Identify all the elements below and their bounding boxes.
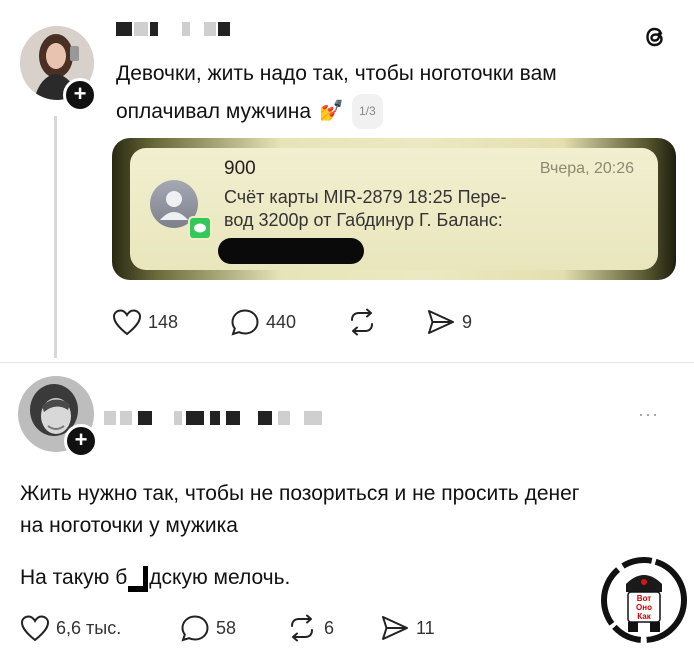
- thread-connector: [54, 116, 57, 358]
- post-text-line-2: оплачивал мужчина 💅 1/3: [116, 94, 383, 129]
- share-count: 9: [462, 311, 473, 332]
- username-redacted: [104, 411, 116, 425]
- heart-icon: [20, 615, 50, 642]
- image-counter: 1/3: [351, 94, 383, 129]
- like-button[interactable]: 148: [112, 308, 178, 336]
- comment-icon: [181, 615, 209, 642]
- username-redacted: [116, 22, 132, 36]
- post-text-line-2: на ноготочки у мужика: [20, 514, 238, 537]
- repost-button[interactable]: 6: [286, 614, 334, 642]
- share-count: 11: [416, 617, 435, 638]
- username-redacted-part: [150, 22, 158, 36]
- username-redacted-part: [186, 411, 204, 425]
- username-redacted-part: [226, 411, 240, 425]
- comment-button[interactable]: 58: [180, 614, 236, 642]
- repost-button[interactable]: [346, 308, 378, 336]
- username-redacted-part: [304, 411, 322, 425]
- like-button[interactable]: 6,6 тыс.: [20, 614, 121, 642]
- post-image-card[interactable]: 900 Вчера, 20:26 Счёт карты MIR-2879 18:…: [112, 138, 676, 280]
- sms-body-line-2: вод 3200р от Габдинур Г. Баланс:: [224, 210, 503, 230]
- username-redacted-part: [210, 411, 220, 425]
- watermark-text-2: Оно: [636, 603, 652, 612]
- post-text-line-1: Жить нужно так, чтобы не позориться и не…: [20, 482, 580, 505]
- share-button[interactable]: 11: [380, 614, 435, 642]
- share-icon: [382, 616, 408, 640]
- post-text-line-3-end: дскую мелочь.: [149, 566, 291, 589]
- follow-plus-button[interactable]: +: [63, 78, 97, 112]
- username-redacted-part: [174, 411, 182, 425]
- username-redacted-part: [134, 22, 148, 36]
- comment-icon: [231, 309, 259, 336]
- repost-icon: [351, 308, 373, 336]
- post-text-line-3-start: На такую б: [20, 566, 128, 589]
- imessage-icon: [188, 216, 212, 240]
- username-redacted-part: [120, 411, 132, 425]
- post-text-line-1: Девочки, жить надо так, чтобы ноготочки …: [116, 62, 557, 85]
- nail-polish-emoji-icon: 💅: [319, 100, 344, 122]
- username-redacted-part: [182, 22, 190, 36]
- share-icon: [428, 310, 454, 334]
- username-redacted-part: [278, 411, 290, 425]
- username-redacted-part: [218, 22, 230, 36]
- share-button[interactable]: 9: [426, 308, 472, 336]
- username-redacted-part: [258, 411, 272, 425]
- like-count: 148: [148, 311, 179, 332]
- username-redacted-part: [138, 411, 152, 425]
- comment-count: 58: [216, 617, 237, 638]
- sms-body-line-1: Счёт карты MIR-2879 18:25 Пере-: [224, 187, 507, 207]
- repost-count: 6: [324, 617, 335, 638]
- more-options-button[interactable]: ···: [638, 404, 659, 425]
- sms-time: Вчера, 20:26: [539, 160, 634, 177]
- watermark-logo: Вот Оно Как: [600, 554, 688, 646]
- sms-notification: 900 Вчера, 20:26 Счёт карты MIR-2879 18:…: [130, 148, 658, 270]
- repost-icon: [291, 614, 313, 642]
- censor-block: [128, 564, 149, 592]
- heart-icon: [112, 309, 142, 336]
- post-text-line-3: На такую б дскую мелочь.: [20, 562, 290, 593]
- follow-plus-button[interactable]: +: [64, 424, 98, 458]
- watermark-text-3: Как: [637, 612, 651, 621]
- like-count: 6,6 тыс.: [56, 617, 122, 638]
- post-text-line-2-text: оплачивал мужчина: [116, 100, 312, 123]
- comment-count: 440: [266, 311, 297, 332]
- watermark-text-1: Вот: [636, 594, 652, 603]
- threads-logo-icon[interactable]: [640, 22, 670, 52]
- sms-sender: 900: [224, 158, 256, 179]
- balance-redacted: [218, 238, 364, 264]
- username-redacted-part: [204, 22, 216, 36]
- post-divider: [0, 362, 694, 363]
- comment-button[interactable]: 440: [230, 308, 296, 336]
